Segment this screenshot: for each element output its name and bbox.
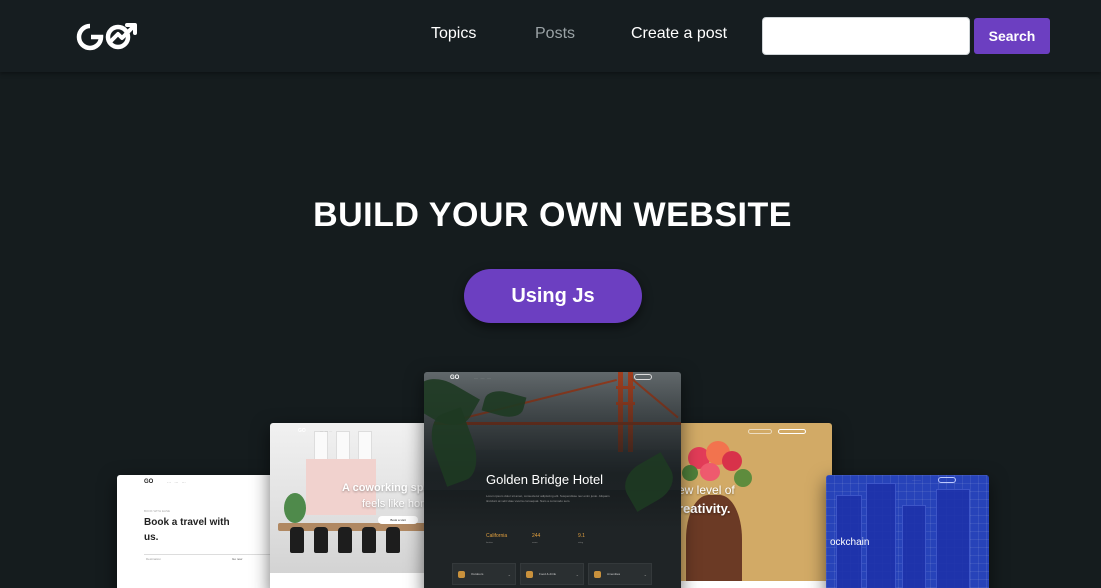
amenity-icon — [526, 571, 533, 578]
preview-chair — [362, 527, 376, 553]
hero-title: BUILD YOUR OWN WEBSITE — [313, 196, 792, 234]
preview-field-action: Go now — [232, 557, 243, 561]
preview-button: Book a visit — [378, 516, 418, 524]
preview-amenity: Food & drink ⌄ — [520, 563, 584, 585]
preview-flower — [700, 463, 720, 481]
website-preview-coworking[interactable]: GO ··· ··· ··· A coworking spa feels lik… — [270, 423, 430, 588]
preview-stat-value: 244 — [532, 533, 541, 539]
preview-kicker: BOOK WITH EASE — [144, 509, 171, 513]
preview-stat-value: 9.1 — [578, 533, 585, 539]
preview-subline: reativity. — [678, 501, 731, 516]
website-preview-creativity[interactable]: ew level of reativity. — [678, 423, 832, 588]
mini-nav: ··· ··· ··· — [167, 480, 186, 485]
preview-headline: ockchain — [830, 537, 870, 548]
preview-chair — [314, 527, 328, 553]
nav-link-topics[interactable]: Topics — [431, 25, 476, 43]
preview-nav-pill — [634, 374, 652, 380]
website-preview-hotel[interactable]: GO ···· ···· ···· Golden Bridge Hotel Lo… — [424, 372, 681, 588]
preview-chair — [386, 527, 400, 553]
mini-nav: ········· — [912, 478, 921, 482]
preview-stat-label: rooms — [532, 542, 538, 544]
preview-stat-label: rating — [578, 542, 584, 544]
search-button[interactable]: Search — [974, 18, 1050, 54]
website-preview-blockchain[interactable]: ········· ockchain — [826, 475, 989, 588]
nav-link-create-post[interactable]: Create a post — [631, 25, 727, 43]
preview-chair — [338, 527, 352, 553]
preview-nav-pill — [748, 429, 772, 434]
preview-stat-label: location — [486, 542, 493, 544]
nav-link-posts[interactable]: Posts — [535, 25, 575, 43]
using-js-button[interactable]: Using Js — [464, 269, 642, 323]
preview-building — [866, 483, 896, 588]
preview-subline: feels like hon — [362, 498, 427, 510]
amenity-icon — [458, 571, 465, 578]
mini-nav: ··· ··· ··· — [320, 429, 333, 433]
preview-bottom — [270, 573, 430, 588]
preview-description: Lorem ipsum dolor sit amet, consectetur … — [486, 494, 610, 503]
mini-logo: GO — [450, 375, 460, 381]
website-preview-travel[interactable]: GO ··· ··· ··· BOOK WITH EASE Book a tra… — [117, 475, 277, 588]
navbar: Topics Posts Create a post Search — [0, 0, 1101, 72]
preview-leaf — [734, 469, 752, 487]
preview-amenity: Outdoors ⌄ — [452, 563, 516, 585]
mini-logo: GO — [298, 428, 306, 434]
preview-plant — [284, 493, 306, 523]
preview-headline: A coworking spa — [342, 482, 430, 494]
mini-logo: GO — [144, 479, 154, 485]
preview-building — [902, 505, 926, 588]
preview-nav-pill — [938, 477, 956, 483]
preview-building — [936, 489, 970, 588]
preview-field-label: Destination — [146, 557, 162, 561]
go-logo[interactable] — [72, 20, 140, 54]
preview-headline: Golden Bridge Hotel — [486, 472, 604, 487]
preview-headline: ew level of — [678, 483, 735, 497]
preview-leaf — [682, 465, 698, 481]
preview-nav-pill — [778, 429, 806, 434]
preview-amenity: Amenities ⌄ — [588, 563, 652, 585]
preview-headline: Book a travel with us. — [144, 517, 230, 543]
amenity-icon — [594, 571, 601, 578]
preview-field-line — [144, 554, 272, 555]
mini-nav: ···· ···· ···· — [474, 376, 491, 380]
preview-chair — [290, 527, 304, 553]
preview-bottom — [678, 581, 832, 588]
search-input[interactable] — [762, 17, 970, 55]
preview-flower — [722, 451, 742, 471]
preview-stat-value: California — [486, 533, 508, 539]
